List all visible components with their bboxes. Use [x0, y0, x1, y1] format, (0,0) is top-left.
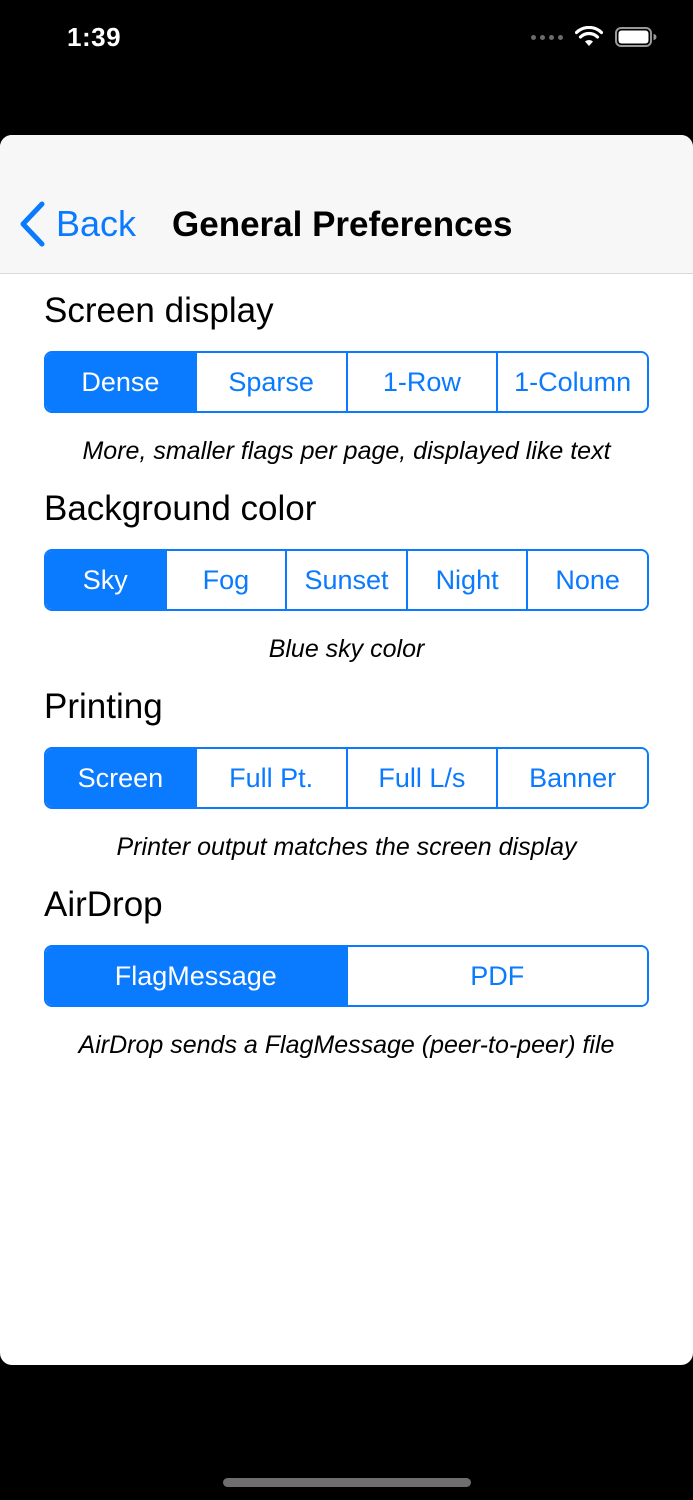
status-bar: 1:39 — [0, 0, 693, 80]
segment-flagmessage[interactable]: FlagMessage — [46, 947, 346, 1005]
section-screen-display: Screen display Dense Sparse 1-Row 1-Colu… — [44, 285, 649, 471]
navigation-bar: Back General Preferences — [0, 135, 693, 274]
airdrop-segmented-control: FlagMessage PDF — [44, 945, 649, 1007]
section-title: Background color — [44, 489, 317, 528]
chevron-left-icon — [20, 201, 45, 247]
wifi-icon — [575, 26, 603, 46]
home-indicator — [223, 1478, 471, 1487]
cellular-signal-icon — [531, 34, 563, 40]
segment-sparse[interactable]: Sparse — [194, 353, 346, 411]
segment-screen[interactable]: Screen — [46, 749, 195, 807]
section-printing: Printing Screen Full Pt. Full L/s Banner… — [44, 681, 649, 867]
battery-icon — [615, 27, 657, 47]
preferences-sheet: Back General Preferences Screen display … — [0, 135, 693, 1365]
segment-banner[interactable]: Banner — [496, 749, 647, 807]
preferences-content: Screen display Dense Sparse 1-Row 1-Colu… — [44, 273, 649, 1065]
section-caption: Blue sky color — [268, 635, 425, 663]
segment-sky[interactable]: Sky — [46, 551, 165, 609]
section-background-color: Background color Sky Fog Sunset Night No… — [44, 483, 649, 669]
segment-full-portrait[interactable]: Full Pt. — [194, 749, 346, 807]
back-button[interactable]: Back — [18, 201, 136, 247]
segment-full-landscape[interactable]: Full L/s — [345, 749, 497, 807]
page-title: General Preferences — [172, 205, 513, 244]
status-icons — [531, 26, 657, 48]
section-caption: More, smaller flags per page, displayed … — [82, 437, 611, 465]
section-title: Screen display — [44, 291, 274, 330]
section-airdrop: AirDrop FlagMessage PDF AirDrop sends a … — [44, 879, 649, 1065]
section-title: Printing — [44, 687, 163, 726]
segment-fog[interactable]: Fog — [164, 551, 286, 609]
segment-pdf[interactable]: PDF — [345, 947, 647, 1005]
section-caption: AirDrop sends a FlagMessage (peer-to-pee… — [78, 1031, 615, 1059]
segment-sunset[interactable]: Sunset — [285, 551, 406, 609]
segment-1-row[interactable]: 1-Row — [345, 353, 497, 411]
segment-dense[interactable]: Dense — [46, 353, 195, 411]
segment-1-column[interactable]: 1-Column — [496, 353, 647, 411]
screen-display-segmented-control: Dense Sparse 1-Row 1-Column — [44, 351, 649, 413]
segment-none[interactable]: None — [526, 551, 647, 609]
segment-night[interactable]: Night — [405, 551, 527, 609]
section-caption: Printer output matches the screen displa… — [116, 833, 577, 861]
background-color-segmented-control: Sky Fog Sunset Night None — [44, 549, 649, 611]
status-time: 1:39 — [67, 22, 122, 52]
section-title: AirDrop — [44, 885, 163, 924]
printing-segmented-control: Screen Full Pt. Full L/s Banner — [44, 747, 649, 809]
back-label: Back — [56, 203, 137, 244]
